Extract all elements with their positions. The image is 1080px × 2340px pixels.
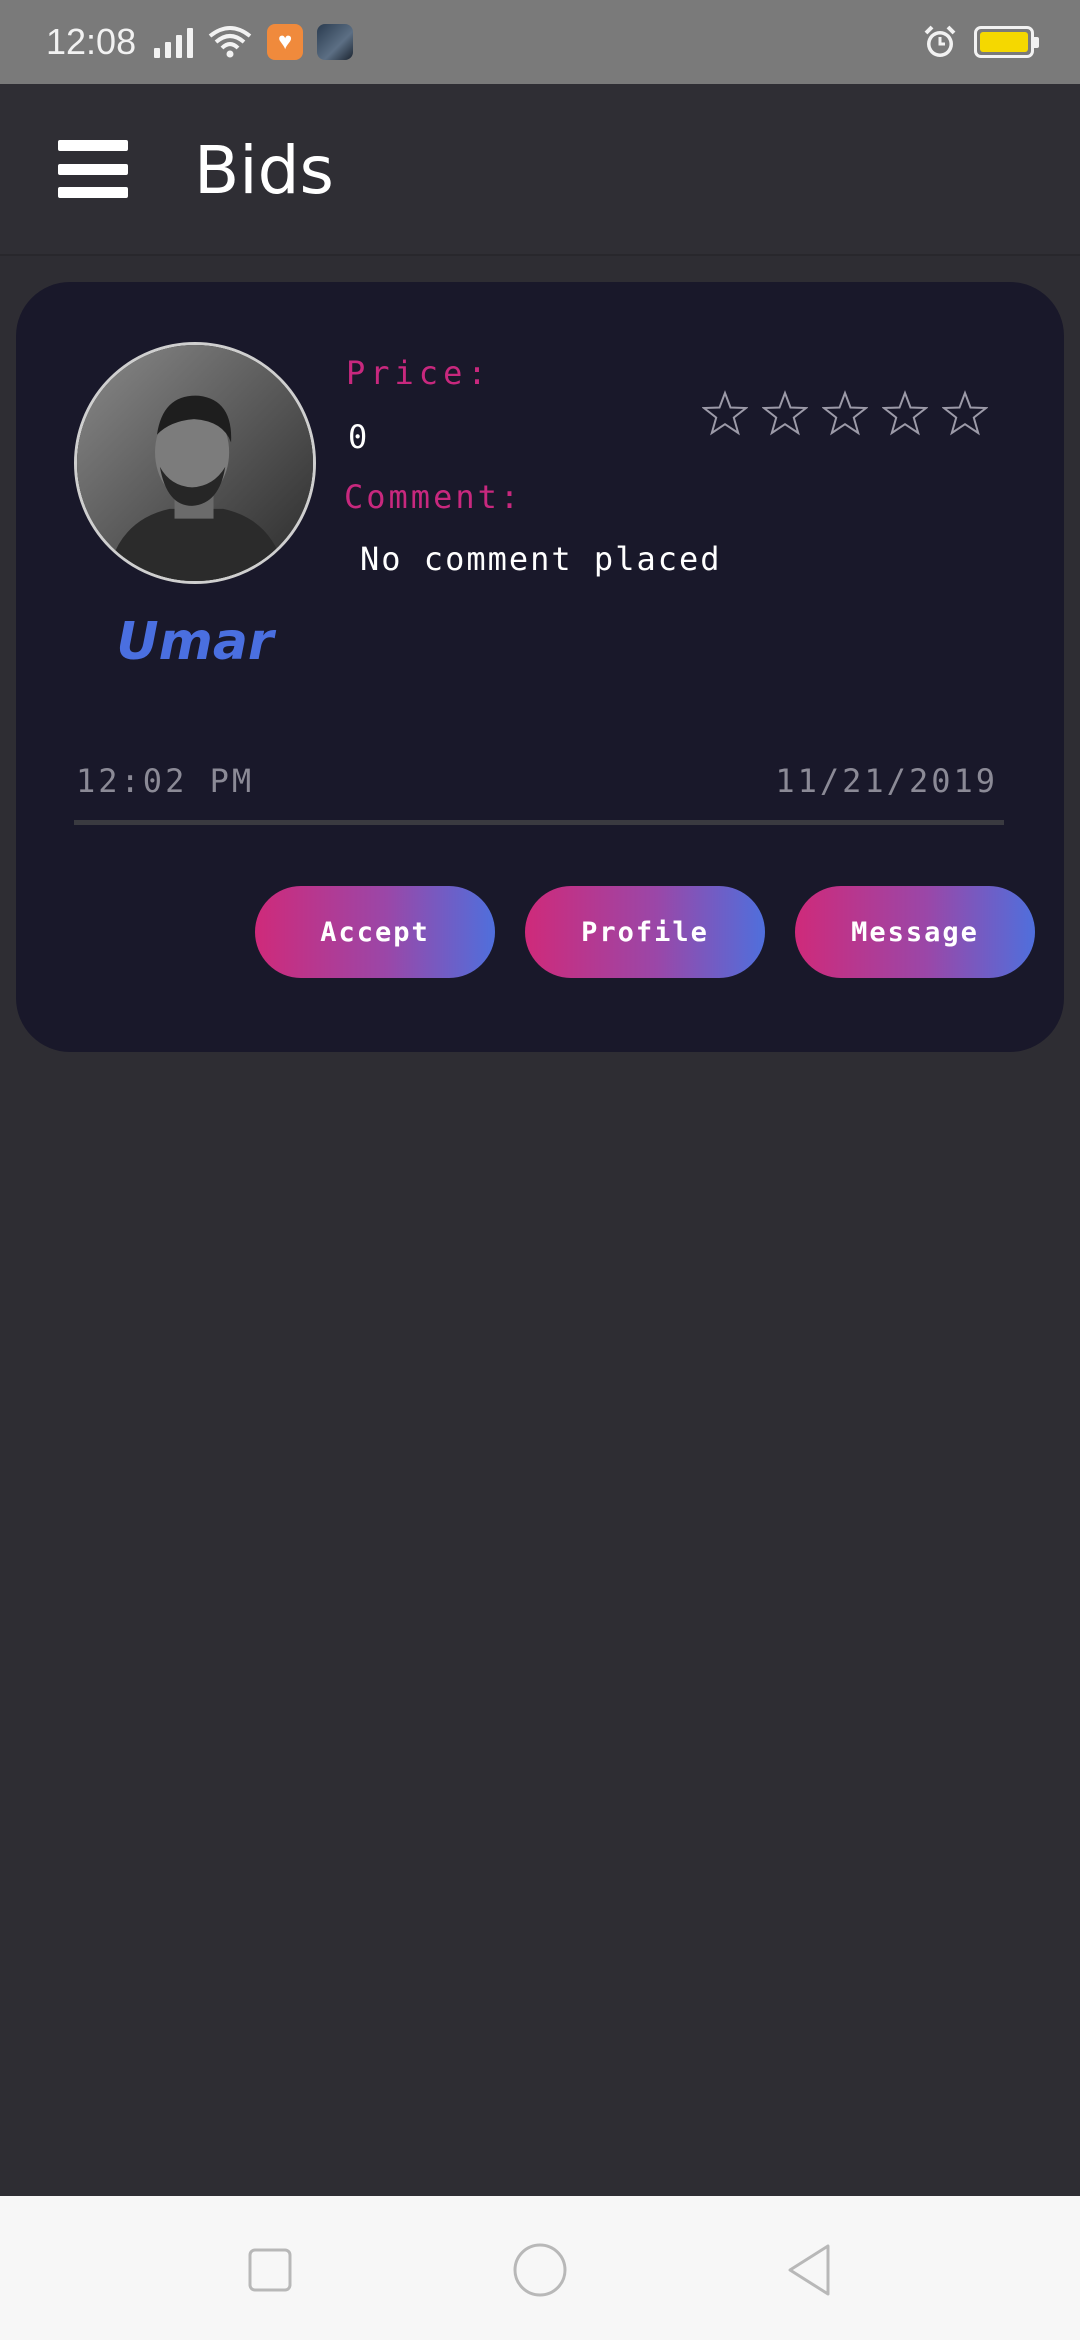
bidder-name[interactable]: Umar (74, 612, 316, 672)
wifi-icon (208, 26, 252, 58)
bid-time: 12:02 PM (76, 762, 255, 800)
price-value: 0 (348, 418, 368, 456)
avatar-image (77, 345, 313, 581)
star-icon[interactable] (762, 390, 808, 436)
comment-label: Comment: (344, 478, 523, 516)
star-icon[interactable] (942, 390, 988, 436)
app-bar: Bids (0, 84, 1080, 256)
hamburger-menu-icon[interactable] (58, 140, 128, 198)
bid-card: Umar Price: 0 Comment: No comment placed… (16, 282, 1064, 1052)
accept-button[interactable]: Accept (255, 886, 495, 978)
divider (74, 820, 1004, 825)
status-icons-left: ♥ (154, 24, 354, 60)
bid-date: 11/21/2019 (775, 762, 998, 800)
cellular-signal-icon (154, 26, 194, 58)
star-icon[interactable] (822, 390, 868, 436)
alarm-clock-icon (924, 25, 956, 57)
home-icon[interactable] (510, 2240, 570, 2300)
status-time: 12:08 (46, 21, 137, 62)
page-title: Bids (194, 132, 334, 209)
avatar[interactable] (74, 342, 316, 584)
health-app-icon: ♥ (267, 24, 304, 60)
price-label: Price: (346, 354, 492, 392)
status-bar: 12:08 ♥ (0, 0, 1080, 84)
comment-value: No comment placed (360, 540, 722, 578)
weather-app-icon (317, 24, 354, 60)
star-rating[interactable] (702, 390, 988, 436)
back-icon[interactable] (780, 2240, 840, 2300)
status-icons-right (922, 24, 1039, 60)
star-icon[interactable] (882, 390, 928, 436)
message-button[interactable]: Message (795, 886, 1035, 978)
battery-icon (974, 26, 1039, 58)
battery-level (980, 32, 1028, 52)
profile-button[interactable]: Profile (525, 886, 765, 978)
navigation-bar (0, 2196, 1080, 2340)
recent-apps-icon[interactable] (240, 2240, 300, 2300)
star-icon[interactable] (702, 390, 748, 436)
